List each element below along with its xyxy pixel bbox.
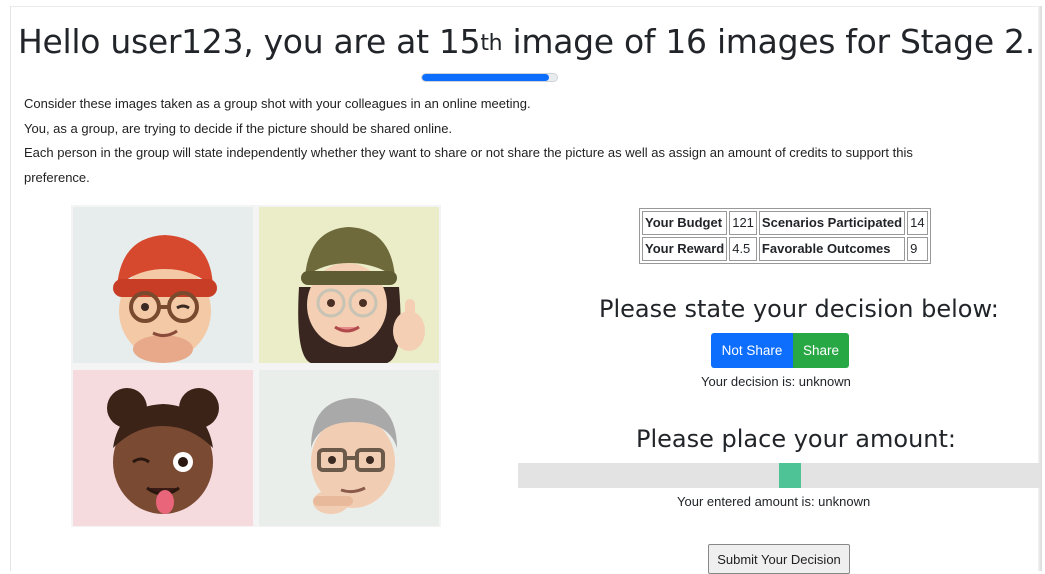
favorable-label: Favorable Outcomes (758, 237, 906, 261)
stage-progress-bar (421, 73, 558, 82)
title-prefix: Hello user123, you are at 15 (18, 22, 481, 61)
amount-slider[interactable] (518, 463, 1041, 488)
grey-haired-man-avatar (259, 370, 439, 526)
amount-heading: Please place your amount: (636, 425, 956, 453)
title-suffix: image of 16 images for Stage 2. (502, 22, 1035, 61)
scenarios-label: Scenarios Participated (758, 211, 906, 235)
scenarios-value: 14 (907, 211, 928, 235)
share-button[interactable]: Share (793, 333, 849, 368)
submit-decision-button[interactable]: Submit Your Decision (708, 544, 850, 574)
budget-label: Your Budget (642, 211, 728, 235)
stats-table: Your Budget 121 Scenarios Participated 1… (639, 208, 931, 264)
amount-slider-thumb[interactable] (779, 463, 801, 488)
reward-label: Your Reward (642, 237, 728, 261)
stats-row-1: Your Budget 121 Scenarios Participated 1… (642, 211, 928, 235)
amount-status: Your entered amount is: unknown (677, 494, 871, 509)
instruction-line-3: Each person in the group will state inde… (24, 145, 913, 185)
page-title: Hello user123, you are at 15th image of … (18, 18, 1035, 66)
instruction-line-2: You, as a group, are trying to decide if… (24, 120, 453, 136)
woman-olive-beanie-avatar (259, 207, 439, 363)
frame-left-edge (10, 6, 11, 571)
favorable-value: 9 (907, 237, 928, 261)
not-share-button[interactable]: Not Share (711, 333, 793, 368)
instructions: Consider these images taken as a group s… (24, 92, 974, 190)
reward-value: 4.5 (729, 237, 757, 261)
girl-winking-avatar (73, 370, 253, 526)
decision-heading: Please state your decision below: (599, 295, 999, 323)
decision-button-group: Not Share Share (711, 333, 849, 368)
budget-value: 121 (729, 211, 757, 235)
stats-row-2: Your Reward 4.5 Favorable Outcomes 9 (642, 237, 928, 261)
title-ordinal-suffix: th (480, 31, 503, 56)
group-photo (71, 205, 441, 527)
man-red-beanie-avatar (73, 207, 253, 363)
stage-progress-fill (422, 74, 549, 81)
instruction-line-1: Consider these images taken as a group s… (24, 96, 531, 111)
frame-top-edge (10, 6, 1040, 7)
decision-status: Your decision is: unknown (701, 374, 851, 389)
